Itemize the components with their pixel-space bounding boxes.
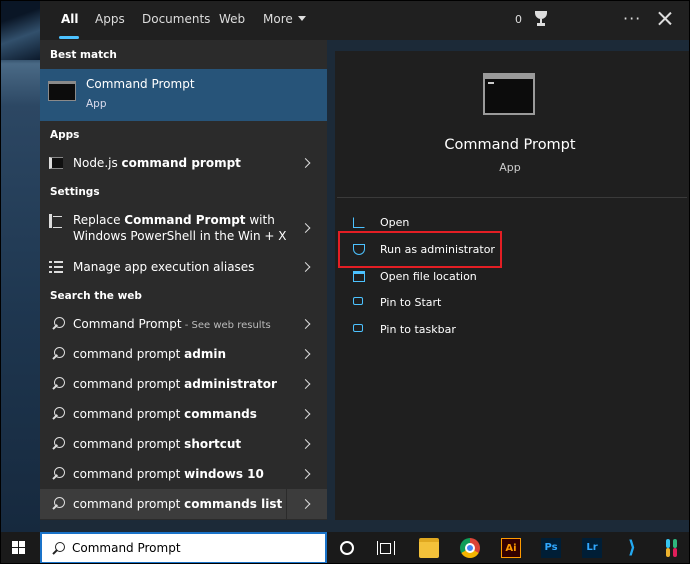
divider: [337, 197, 687, 198]
preview-panel: Command Prompt App Open Run as administr…: [335, 51, 690, 520]
action-pin-to-taskbar[interactable]: Pin to taskbar: [347, 320, 667, 340]
taskbar-search-box[interactable]: [40, 532, 327, 564]
preview-title: Command Prompt: [444, 137, 576, 153]
action-open-file-location[interactable]: Open file location: [347, 267, 667, 287]
active-tab-indicator: [59, 36, 79, 39]
chrome-icon[interactable]: [460, 538, 480, 558]
rewards-count: 0: [515, 13, 522, 26]
web-result-label: command prompt windows 10: [73, 467, 264, 481]
desktop-wallpaper: [0, 0, 40, 532]
tab-web[interactable]: Web: [219, 0, 245, 40]
search-icon: [50, 346, 66, 362]
chevron-right-icon[interactable]: [300, 499, 311, 509]
chevron-right-icon[interactable]: [300, 469, 311, 479]
chevron-right-icon[interactable]: [300, 379, 311, 389]
web-result-label: command prompt commands list: [73, 497, 283, 511]
tab-more-label: More: [263, 12, 293, 26]
list-icon: [49, 260, 63, 274]
chevron-right-icon[interactable]: [300, 319, 311, 329]
chevron-right-icon[interactable]: [300, 349, 311, 359]
best-match-item[interactable]: Command Prompt App: [40, 69, 327, 121]
pin-icon: [353, 297, 363, 305]
list-item-web[interactable]: command prompt commands: [40, 399, 327, 429]
chevron-right-icon[interactable]: [300, 409, 311, 419]
list-item-web[interactable]: command prompt windows 10: [40, 459, 327, 489]
windows-start-icon[interactable]: [12, 541, 26, 555]
section-web: Search the web: [50, 290, 142, 302]
search-icon: [50, 316, 66, 332]
file-explorer-icon[interactable]: [419, 538, 439, 558]
web-result-label: Command Prompt - See web results: [73, 317, 271, 331]
list-item-web[interactable]: command prompt administrator: [40, 369, 327, 399]
list-item-web[interactable]: command prompt commands list: [40, 489, 327, 519]
task-view-icon[interactable]: [377, 541, 395, 555]
search-icon: [50, 541, 66, 557]
annotation-highlight-box: [338, 231, 502, 268]
search-icon: [50, 496, 66, 512]
best-match-title: Command Prompt: [86, 77, 195, 91]
pin-icon: [353, 324, 363, 332]
chevron-right-icon[interactable]: [300, 158, 311, 168]
search-icon: [50, 376, 66, 392]
section-best-match: Best match: [50, 49, 117, 61]
section-apps: Apps: [50, 129, 80, 141]
preview-subtitle: App: [499, 161, 521, 174]
slack-icon[interactable]: [662, 538, 682, 558]
action-label: Pin to Start: [380, 296, 442, 309]
tab-more[interactable]: More: [263, 0, 306, 40]
search-icon: [50, 406, 66, 422]
search-filter-bar: All Apps Documents Web More 0 ···: [40, 0, 690, 40]
command-prompt-icon: [48, 81, 76, 101]
web-result-label: command prompt commands: [73, 407, 257, 421]
search-results-panel: Best match Command Prompt App Apps Node.…: [40, 40, 327, 520]
setting-result-label: Replace Command Prompt with Windows Power…: [73, 213, 287, 243]
close-icon[interactable]: [655, 9, 675, 29]
cortana-icon[interactable]: [340, 541, 354, 555]
settings-icon: [49, 214, 63, 228]
list-item-app[interactable]: Node.js command prompt: [40, 148, 327, 178]
action-open[interactable]: Open: [347, 213, 667, 233]
tab-apps[interactable]: Apps: [95, 0, 125, 40]
search-icon: [50, 436, 66, 452]
action-label: Open file location: [380, 270, 477, 283]
section-settings: Settings: [50, 186, 100, 198]
list-item-web[interactable]: command prompt admin: [40, 339, 327, 369]
list-item-web[interactable]: Command Prompt - See web results: [40, 309, 327, 339]
chevron-right-icon[interactable]: [300, 439, 311, 449]
command-prompt-icon: [483, 73, 535, 115]
vscode-icon[interactable]: ⟩: [622, 538, 642, 558]
list-item-web[interactable]: command prompt shortcut: [40, 429, 327, 459]
terminal-icon: [49, 157, 63, 169]
search-icon: [50, 466, 66, 482]
action-label: Open: [380, 216, 410, 229]
trophy-icon[interactable]: [534, 11, 548, 27]
action-label: Pin to taskbar: [380, 323, 456, 336]
setting-result-label: Manage app execution aliases: [73, 260, 255, 274]
split-divider: [286, 489, 287, 519]
illustrator-icon[interactable]: Ai: [501, 538, 521, 558]
tab-documents[interactable]: Documents: [142, 0, 210, 40]
more-options-icon[interactable]: ···: [623, 0, 641, 37]
web-result-label: command prompt shortcut: [73, 437, 242, 451]
web-result-label: command prompt admin: [73, 347, 227, 361]
photoshop-icon[interactable]: Ps: [541, 538, 561, 558]
search-input[interactable]: [72, 538, 312, 558]
web-result-label: command prompt administrator: [73, 377, 277, 391]
best-match-subtitle: App: [86, 98, 107, 110]
chevron-right-icon[interactable]: [300, 223, 311, 233]
lightroom-icon[interactable]: Lr: [582, 538, 602, 558]
list-item-setting[interactable]: Replace Command Prompt with Windows Power…: [40, 208, 327, 248]
chevron-right-icon[interactable]: [300, 262, 311, 272]
chevron-down-icon: [297, 16, 306, 21]
app-result-label: Node.js command prompt: [73, 156, 241, 170]
tab-all[interactable]: All: [61, 0, 79, 40]
folder-icon: [353, 271, 365, 282]
list-item-setting[interactable]: Manage app execution aliases: [40, 252, 327, 282]
open-icon: [353, 217, 365, 228]
action-pin-to-start[interactable]: Pin to Start: [347, 293, 667, 313]
